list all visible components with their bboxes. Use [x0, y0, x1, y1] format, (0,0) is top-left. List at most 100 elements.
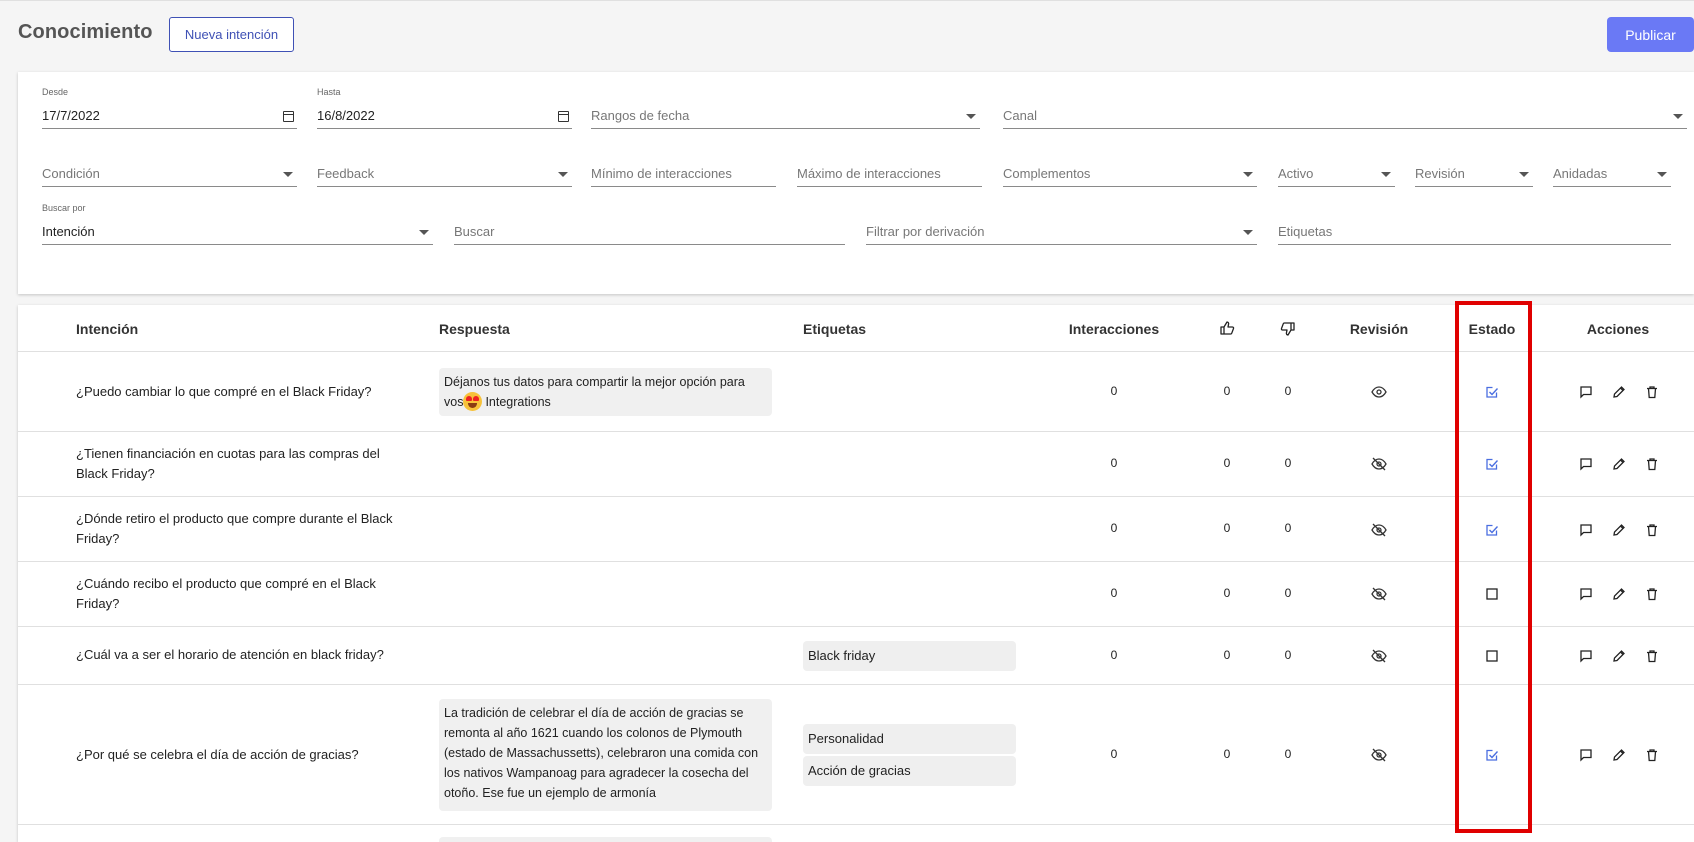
new-intent-button[interactable]: Nueva intención	[169, 17, 294, 52]
date-range-select[interactable]: Rangos de fecha	[591, 105, 980, 129]
derivation-placeholder: Filtrar por derivación	[866, 224, 985, 239]
likes-count: 0	[1223, 648, 1231, 662]
search-by-label: Buscar por	[42, 203, 86, 213]
date-from-field[interactable]: Desde 17/7/2022	[42, 87, 297, 129]
chevron-down-icon	[1519, 172, 1529, 177]
chevron-down-icon	[966, 114, 976, 119]
eye-off-icon[interactable]	[1371, 748, 1387, 762]
eye-off-icon[interactable]	[1371, 587, 1387, 601]
feedback-select[interactable]: Feedback	[317, 163, 572, 187]
response-line: vos Integrations	[444, 392, 767, 412]
edit-icon[interactable]	[1613, 458, 1626, 471]
search-input[interactable]: Buscar	[454, 221, 845, 245]
comment-icon[interactable]	[1580, 524, 1593, 537]
chevron-down-icon	[1381, 172, 1391, 177]
col-intent[interactable]: Intención	[76, 321, 138, 337]
col-tags[interactable]: Etiquetas	[803, 321, 866, 337]
chevron-down-icon	[283, 172, 293, 177]
eye-off-icon[interactable]	[1371, 649, 1387, 663]
interactions-count: 0	[1110, 521, 1118, 535]
condition-select[interactable]: Condición	[42, 163, 297, 187]
checkbox-checked-icon[interactable]	[1486, 524, 1499, 537]
trash-icon[interactable]	[1646, 650, 1658, 663]
tag-chip[interactable]: Black friday	[803, 641, 1016, 671]
dislikes-count: 0	[1284, 521, 1292, 535]
col-actions: Acciones	[1586, 321, 1650, 337]
trash-icon[interactable]	[1646, 524, 1658, 537]
intent-text: ¿Dónde retiro el producto que compre dur…	[76, 511, 393, 546]
trash-icon[interactable]	[1646, 386, 1658, 399]
col-revision[interactable]: Revisión	[1350, 321, 1408, 337]
min-interactions-input[interactable]: Mínimo de interacciones	[591, 163, 776, 187]
eye-off-icon[interactable]	[1371, 523, 1387, 537]
comment-icon[interactable]	[1580, 386, 1593, 399]
tags-input[interactable]: Etiquetas	[1278, 221, 1671, 245]
col-response[interactable]: Respuesta	[439, 321, 510, 337]
dislikes-count: 0	[1284, 648, 1292, 662]
chevron-down-icon	[1243, 230, 1253, 235]
chevron-down-icon	[419, 230, 429, 235]
revision-select[interactable]: Revisión	[1415, 163, 1533, 187]
interactions-count: 0	[1110, 747, 1118, 761]
intent-text: ¿Por qué se celebra el día de acción de …	[76, 747, 359, 762]
search-by-select[interactable]: Buscar por Intención	[42, 203, 433, 245]
thumbs-up-icon[interactable]	[1219, 320, 1235, 336]
eye-off-icon[interactable]	[1371, 457, 1387, 471]
table-row[interactable]: ¿Dónde retiro el producto que compre dur…	[18, 497, 1694, 562]
edit-icon[interactable]	[1613, 386, 1626, 399]
date-to-label: Hasta	[317, 87, 341, 97]
checkbox-checked-icon[interactable]	[1486, 386, 1499, 399]
active-select[interactable]: Activo	[1278, 163, 1395, 187]
edit-icon[interactable]	[1613, 749, 1626, 762]
response-text: La tradición de celebrar el día de acció…	[439, 699, 772, 811]
intent-text: ¿Tienen financiación en cuotas para las …	[76, 446, 380, 481]
eye-icon[interactable]	[1371, 386, 1387, 398]
comment-icon[interactable]	[1580, 650, 1593, 663]
page-title: Conocimiento	[18, 21, 153, 43]
trash-icon[interactable]	[1646, 749, 1658, 762]
likes-count: 0	[1223, 521, 1231, 535]
derivation-select[interactable]: Filtrar por derivación	[866, 221, 1257, 245]
intent-text: ¿Puedo cambiar lo que compré en el Black…	[76, 384, 372, 399]
tag-chip[interactable]: Personalidad	[803, 724, 1016, 754]
channel-placeholder: Canal	[1003, 108, 1037, 123]
edit-icon[interactable]	[1613, 524, 1626, 537]
table-row[interactable]: ¿Puedo cambiar lo que compré en el Black…	[18, 352, 1694, 432]
trash-icon[interactable]	[1646, 588, 1658, 601]
table-row[interactable]: ¿Por qué se celebra el día de acción de …	[18, 685, 1694, 825]
chevron-down-icon	[1673, 114, 1683, 119]
response-line: Déjanos tus datos para compartir la mejo…	[444, 375, 745, 389]
comment-icon[interactable]	[1580, 749, 1593, 762]
edit-icon[interactable]	[1613, 650, 1626, 663]
comment-icon[interactable]	[1580, 458, 1593, 471]
col-interactions[interactable]: Interacciones	[1069, 321, 1159, 337]
comment-icon[interactable]	[1580, 588, 1593, 601]
checkbox-checked-icon[interactable]	[1486, 458, 1499, 471]
nested-placeholder: Anidadas	[1553, 166, 1608, 181]
checkbox-unchecked-icon[interactable]	[1486, 588, 1498, 600]
chevron-down-icon	[1657, 172, 1667, 177]
calendar-icon[interactable]	[558, 111, 569, 122]
dislikes-count: 0	[1284, 747, 1292, 761]
thumbs-down-icon[interactable]	[1280, 321, 1296, 337]
calendar-icon[interactable]	[283, 111, 294, 122]
complements-select[interactable]: Complementos	[1003, 163, 1257, 187]
channel-select[interactable]: Canal	[1003, 105, 1687, 129]
checkbox-checked-icon[interactable]	[1486, 749, 1499, 762]
date-to-field[interactable]: Hasta 16/8/2022	[317, 87, 572, 129]
table-row[interactable]	[18, 825, 1694, 842]
active-placeholder: Activo	[1278, 166, 1314, 181]
table-row[interactable]: ¿Cuál va a ser el horario de atención en…	[18, 627, 1694, 685]
col-status[interactable]: Estado	[1469, 321, 1516, 337]
max-interactions-input[interactable]: Máximo de interacciones	[797, 163, 982, 187]
table-row[interactable]: ¿Cuándo recibo el producto que compré en…	[18, 562, 1694, 627]
checkbox-unchecked-icon[interactable]	[1486, 650, 1498, 662]
trash-icon[interactable]	[1646, 458, 1658, 471]
dislikes-count: 0	[1284, 384, 1292, 398]
publish-button[interactable]: Publicar	[1607, 17, 1694, 52]
table-row[interactable]: ¿Tienen financiación en cuotas para las …	[18, 432, 1694, 497]
nested-select[interactable]: Anidadas	[1553, 163, 1671, 187]
date-from-label: Desde	[42, 87, 69, 97]
edit-icon[interactable]	[1613, 588, 1626, 601]
tag-chip[interactable]: Acción de gracias	[803, 756, 1016, 786]
